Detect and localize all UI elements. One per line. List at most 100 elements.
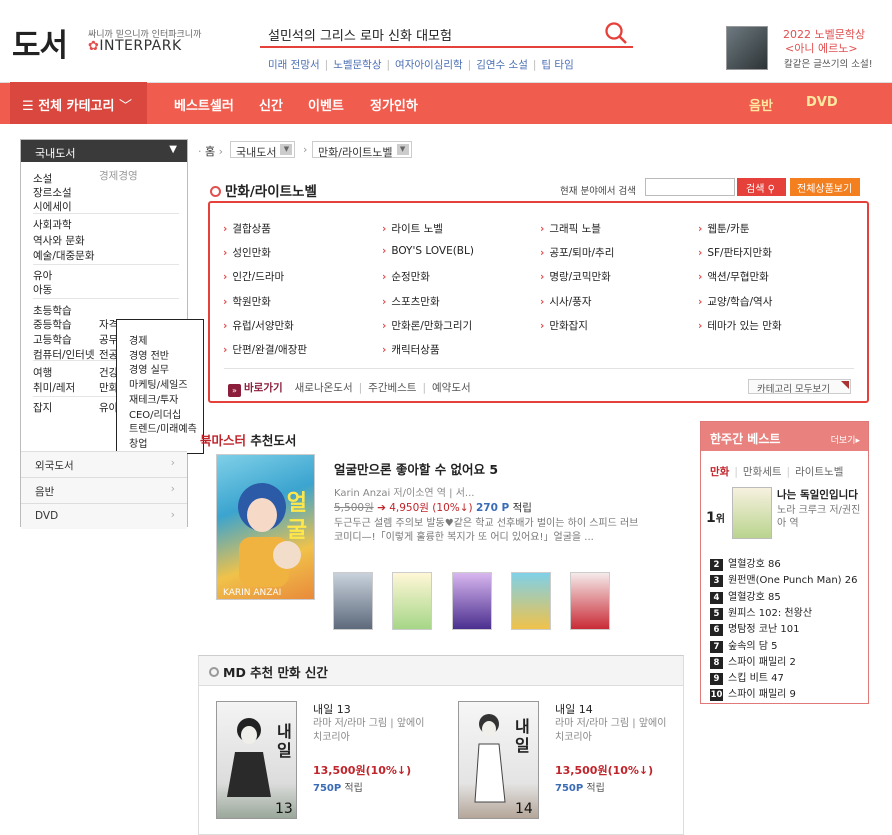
thumb-book-3[interactable] [452, 572, 492, 630]
md-book2-title[interactable]: 내일 14 [555, 701, 593, 717]
hot-keyword[interactable]: 노벨문학상 [333, 59, 381, 71]
promo-desc[interactable]: 칼같은 글쓰기의 소설! [784, 56, 873, 70]
thumb-book-4[interactable] [511, 572, 551, 630]
left-cat-item[interactable]: 경제경영 [99, 168, 138, 183]
category-link[interactable]: 순정만화 [382, 269, 430, 284]
md-cover-1[interactable]: 내 일 13 [216, 701, 297, 819]
breadcrumb-level1[interactable]: 국내도서 ▼ [230, 141, 296, 159]
category-link[interactable]: 학원만화 [223, 294, 271, 309]
category-link[interactable]: BOY'S LOVE(BL) [382, 245, 474, 257]
weekly-rank-item[interactable]: 7 숲속의 담 5 [710, 637, 778, 653]
sub-category-item[interactable]: 경영 전반 [129, 347, 169, 362]
all-products-button[interactable]: 전체상품보기 [790, 178, 860, 196]
nav-music[interactable]: 음반 [749, 95, 773, 114]
sub-category-item[interactable]: 마케팅/세일즈 [129, 376, 188, 391]
left-category-head[interactable]: 국내도서 ▼ [21, 140, 187, 162]
search-icon[interactable] [603, 20, 629, 46]
left-cat-item[interactable]: 여행 [33, 365, 52, 380]
weekly-rank-item[interactable]: 10 스파이 패밀리 9 [710, 685, 796, 702]
weekly-rank-item[interactable]: 8 스파이 패밀리 2 [710, 653, 796, 669]
show-all-categories-button[interactable]: 카테고리 모두보기 [748, 379, 851, 395]
md-book1-title[interactable]: 내일 13 [313, 701, 351, 717]
thumb-book-1[interactable] [333, 572, 373, 630]
sub-category-item[interactable]: 재테크/투자 [129, 391, 178, 406]
left-cat-item[interactable]: 유아 [33, 268, 52, 283]
weekly-tab-set[interactable]: 만화세트 [743, 466, 782, 478]
md-cover-2[interactable]: 내 일 14 [458, 701, 539, 819]
bookmaster-cover[interactable]: 얼 굴 KARIN ANZAI [216, 454, 315, 600]
weekly-rank-item[interactable]: 5 원피스 102: 천왕산 [710, 604, 812, 620]
quick-link[interactable]: 예약도서 [432, 382, 471, 394]
hot-keyword[interactable]: 미래 전망서 [268, 59, 320, 71]
category-link[interactable]: SF/판타지만화 [698, 245, 772, 260]
logo[interactable]: 도서 [12, 20, 68, 65]
category-link[interactable]: 단편/완결/애장판 [223, 342, 307, 357]
sub-category-item[interactable]: 경영 실무 [129, 361, 169, 376]
category-link[interactable]: 캐릭터상품 [382, 342, 439, 357]
left-cat-item[interactable]: 사회과학 [33, 217, 72, 232]
promo-subtitle[interactable]: <아니 에르노> [785, 40, 858, 56]
left-cat-foreign[interactable]: 외국도서 › [21, 451, 187, 477]
left-cat-item[interactable]: 취미/레저 [33, 380, 75, 395]
category-link[interactable]: 그래픽 노블 [540, 221, 601, 236]
category-link[interactable]: 명랑/코믹만화 [540, 269, 611, 284]
category-link[interactable]: 만화론/만화그리기 [382, 318, 472, 333]
hot-keyword[interactable]: 여자아이심리학 [395, 59, 463, 71]
category-link[interactable]: 만화잡지 [540, 318, 588, 333]
category-search-input[interactable] [645, 178, 735, 196]
weekly-rank-item[interactable]: 4 열혈강호 85 [710, 588, 781, 604]
category-link[interactable]: 스포츠만화 [382, 294, 439, 309]
weekly-more-link[interactable]: 더보기▸ [831, 433, 860, 446]
category-link[interactable]: 유럽/서양만화 [223, 318, 294, 333]
weekly-rank-item[interactable]: 9 스킵 비트 47 [710, 669, 784, 686]
thumb-book-5[interactable] [570, 572, 610, 630]
category-link[interactable]: 인간/드라마 [223, 269, 284, 284]
nav-price-cut[interactable]: 정가인하 [370, 95, 418, 114]
category-link[interactable]: 액션/무협만화 [698, 269, 769, 284]
breadcrumb-level2[interactable]: 만화/라이트노벨 ▼ [312, 141, 412, 159]
sub-category-item[interactable]: 창업 [129, 435, 147, 450]
left-cat-item[interactable]: 장르소설 [33, 185, 72, 200]
weekly-tab-lightnovel[interactable]: 라이트노벨 [795, 466, 843, 478]
category-link[interactable]: 결합상품 [223, 221, 271, 236]
left-cat-item[interactable]: 역사와 문화 [33, 233, 85, 248]
promo-book-cover[interactable] [726, 26, 768, 70]
all-categories-button[interactable]: ☰ 전체 카테고리 ﹀ [10, 82, 147, 124]
nav-dvd[interactable]: DVD [806, 95, 838, 110]
rank1-cover[interactable] [732, 487, 772, 539]
nav-event[interactable]: 이벤트 [308, 95, 344, 114]
category-link[interactable]: 웹툰/카툰 [698, 221, 749, 236]
weekly-rank-item[interactable]: 2 열혈강호 86 [710, 555, 781, 571]
category-link[interactable]: 성인만화 [223, 245, 271, 260]
weekly-tab-comic[interactable]: 만화 [710, 466, 729, 478]
quick-link[interactable]: 새로나온도서 [295, 382, 353, 394]
weekly-rank-item[interactable]: 6 명탐정 코난 101 [710, 620, 799, 637]
nav-bestseller[interactable]: 베스트셀러 [174, 95, 234, 114]
left-cat-item[interactable]: 잡지 [33, 400, 52, 415]
category-link[interactable]: 테마가 있는 만화 [698, 318, 781, 333]
sub-category-item[interactable]: 트렌드/미래예측 [129, 420, 197, 435]
category-link[interactable]: 교양/학습/역사 [698, 294, 772, 309]
left-cat-item[interactable]: 예술/대중문화 [33, 248, 95, 263]
quick-link[interactable]: 주간베스트 [368, 382, 416, 394]
left-cat-item[interactable]: 아동 [33, 282, 52, 297]
category-link[interactable]: 공포/퇴마/추리 [540, 245, 614, 260]
left-cat-item[interactable]: 초등학습 [33, 303, 72, 318]
weekly-rank-item[interactable]: 3 원펀맨(One Punch Man) 26 [710, 571, 858, 588]
sub-category-item[interactable]: CEO/리더십 [129, 406, 181, 421]
left-cat-item[interactable]: 소설 [33, 171, 52, 186]
rank1-title[interactable]: 나는 독일인입니다 [777, 487, 865, 502]
hot-keyword[interactable]: 팁 타임 [541, 59, 573, 71]
thumb-book-2[interactable] [392, 572, 432, 630]
left-cat-dvd[interactable]: DVD › [21, 503, 187, 529]
category-link[interactable]: 시사/풍자 [540, 294, 591, 309]
breadcrumb-home[interactable]: · 홈 › [198, 143, 223, 159]
category-link[interactable]: 라이트 노벨 [382, 221, 443, 236]
search-input[interactable] [268, 24, 598, 44]
logo-brand[interactable]: ✿INTERPARK [88, 38, 182, 54]
left-cat-item[interactable]: 시에세이 [33, 199, 72, 214]
nav-new[interactable]: 신간 [259, 95, 283, 114]
left-cat-music[interactable]: 음반 › [21, 477, 187, 503]
bookmaster-book-title[interactable]: 얼굴만으론 좋아할 수 없어요 5 [334, 459, 498, 478]
category-search-button[interactable]: 검색 ⚲ [737, 178, 786, 196]
